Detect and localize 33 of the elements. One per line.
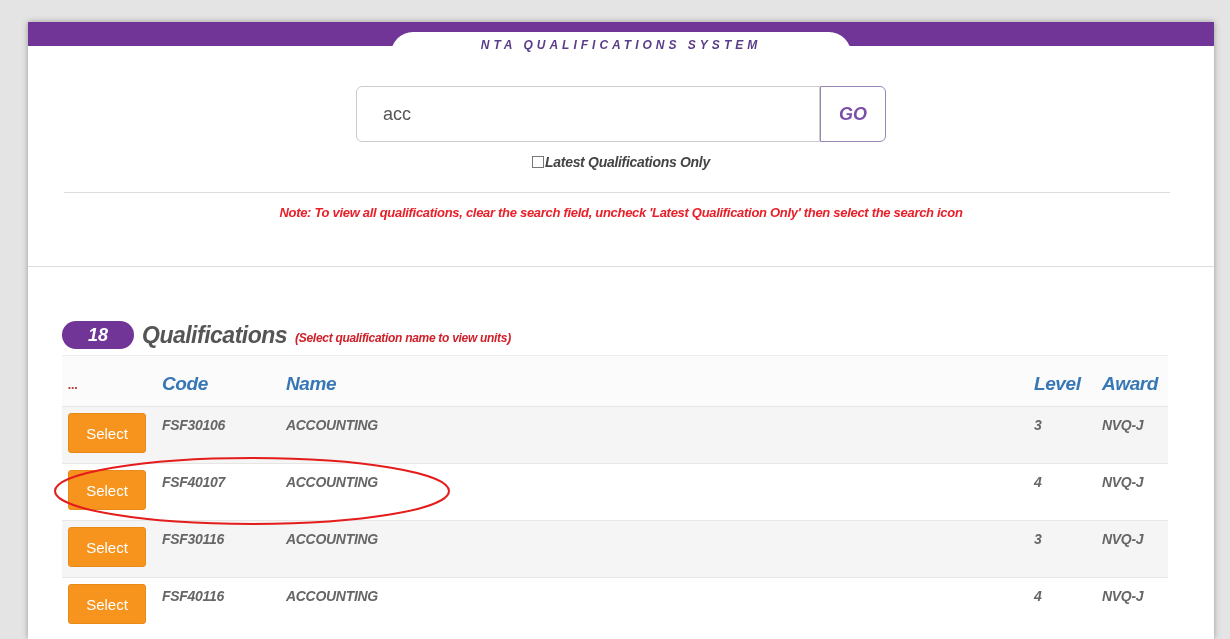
select-button[interactable]: Select	[68, 413, 146, 453]
column-header: Award	[1102, 373, 1159, 394]
name-cell: ACCOUNTING	[286, 531, 378, 547]
column-header: Level	[1034, 373, 1081, 394]
code-cell: FSF40107	[162, 474, 225, 490]
select-button[interactable]: Select	[68, 470, 146, 510]
name-cell: ACCOUNTING	[286, 417, 378, 433]
level-cell: 3	[1034, 417, 1042, 433]
checkbox-label: Latest Qualifications Only	[545, 154, 710, 170]
code-cell: FSF30116	[162, 531, 224, 547]
award-cell: NVQ-J	[1102, 417, 1144, 433]
go-button[interactable]: GO	[820, 86, 886, 142]
code-cell: FSF30106	[162, 417, 225, 433]
award-cell: NVQ-J	[1102, 588, 1144, 604]
results-title: Qualifications	[142, 321, 288, 349]
name-cell: ACCOUNTING	[286, 474, 378, 490]
name-cell: ACCOUNTING	[286, 588, 378, 604]
select-button[interactable]: Select	[68, 584, 146, 624]
column-header: Code	[162, 373, 208, 394]
count-badge: 18	[62, 321, 134, 349]
search-field[interactable]: acc	[356, 86, 820, 142]
code-cell: FSF40116	[162, 588, 224, 604]
level-cell: 4	[1034, 588, 1042, 604]
select-button[interactable]: Select	[68, 527, 146, 567]
results-hint: (Select qualification name to view units)	[295, 331, 511, 345]
level-cell: 3	[1034, 531, 1042, 547]
column-header: Name	[286, 373, 337, 394]
note-text: Note: To view all qualifications, clear the search field, uncheck 'Latest Qualification Only' then select the search icon	[278, 205, 964, 220]
award-cell: NVQ-J	[1102, 531, 1144, 547]
award-cell: NVQ-J	[1102, 474, 1144, 490]
level-cell: 4	[1034, 474, 1042, 490]
column-header: ...	[68, 376, 78, 392]
app-title: NTA QUALIFICATIONS SYSTEM	[480, 38, 762, 54]
